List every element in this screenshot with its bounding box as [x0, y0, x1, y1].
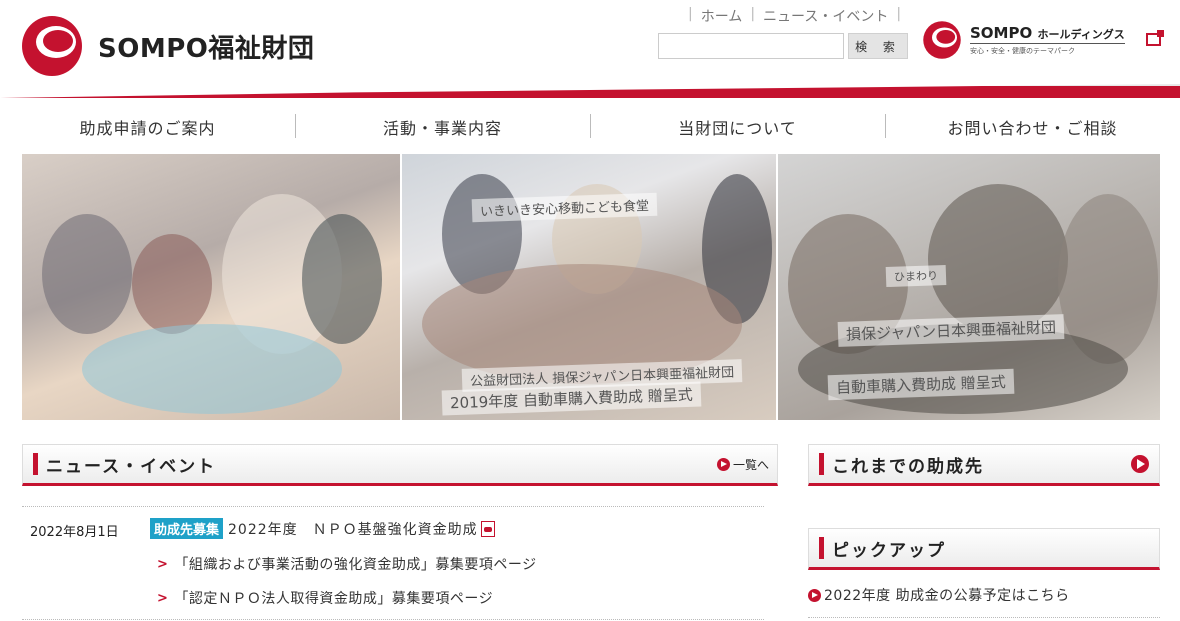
external-link-icon[interactable]: [1146, 30, 1164, 46]
sompo-holdings-link[interactable]: SOMPO ホールディングス 安心・安全・健康のテーマパーク: [922, 20, 1125, 60]
pickup-section-header: ピックアップ: [808, 528, 1160, 570]
news-item: 助成先募集 2022年度 ＮＰＯ基盤強化資金助成: [150, 518, 495, 539]
news-section-title: ニュース・イベント: [46, 456, 217, 477]
pickup-item-link[interactable]: 2022年度 助成金の公募予定はこちら: [808, 585, 1070, 605]
top-link-home[interactable]: ホーム: [701, 6, 743, 26]
news-more-link[interactable]: 一覧へ: [716, 456, 769, 473]
grantees-title: これまでの助成先: [832, 456, 984, 477]
logo-text: SOMPO福祉財団: [98, 33, 315, 64]
news-sub-link-1[interactable]: > 「組織および事業活動の強化資金助成」募集要項ページ: [157, 554, 537, 574]
news-badge: 助成先募集: [150, 518, 224, 539]
sompo-logo-icon: [20, 14, 84, 78]
nav-item-activities[interactable]: 活動・事業内容: [295, 110, 590, 144]
nav-item-contact[interactable]: お問い合わせ・ご相談: [885, 110, 1180, 144]
news-section-header: ニュース・イベント 一覧へ: [22, 444, 778, 486]
nav-item-about[interactable]: 当財団について: [590, 110, 885, 144]
news-sub-link-2[interactable]: > 「認定ＮＰＯ法人取得資金助成」募集要項ページ: [157, 588, 493, 608]
site-header: SOMPO福祉財団 | ホーム | ニュース・イベント | 検 索 SOMPO …: [0, 0, 1180, 98]
nav-item-grant-guide[interactable]: 助成申請のご案内: [0, 110, 295, 144]
chevron-right-icon: >: [157, 556, 169, 572]
hero-photo-1: [22, 154, 400, 420]
pickup-divider: [808, 617, 1160, 618]
header-red-bar: [0, 84, 1180, 98]
global-nav: 助成申請のご案内 活動・事業内容 当財団について お問い合わせ・ご相談: [0, 110, 1180, 144]
holdings-tagline: 安心・安全・健康のテーマパーク: [970, 47, 1075, 55]
site-logo[interactable]: SOMPO福祉財団: [20, 14, 314, 78]
sompo-holdings-logo-icon: [922, 20, 962, 60]
arrow-circle-icon: [808, 588, 821, 602]
news-title-link[interactable]: 2022年度 ＮＰＯ基盤強化資金助成: [228, 519, 478, 539]
news-divider: [22, 619, 764, 620]
search-form: 検 索: [658, 33, 908, 59]
hero-photo-3: ひまわり 損保ジャパン日本興亜福祉財団 自動車購入費助成 贈呈式: [778, 154, 1160, 420]
chevron-right-icon: >: [157, 590, 169, 606]
search-input[interactable]: [658, 33, 844, 59]
news-date: 2022年8月1日: [30, 525, 119, 540]
hero-photo-2: いきいき安心移動こども食堂 公益財団法人 損保ジャパン日本興亜福祉財団 2019…: [402, 154, 776, 420]
top-links: | ホーム | ニュース・イベント |: [688, 6, 902, 26]
news-divider: [22, 506, 764, 507]
top-link-news[interactable]: ニュース・イベント: [763, 6, 888, 26]
arrow-circle-icon: [1131, 455, 1149, 473]
grantees-banner[interactable]: これまでの助成先: [808, 444, 1160, 486]
holdings-name: SOMPO ホールディングス: [970, 24, 1125, 44]
pickup-title: ピックアップ: [832, 540, 946, 561]
pdf-icon: [480, 520, 495, 537]
banner-sign: ひまわり: [885, 264, 947, 288]
search-button[interactable]: 検 索: [848, 33, 908, 59]
arrow-circle-icon: [716, 457, 730, 471]
hero-slideshow[interactable]: いきいき安心移動こども食堂 公益財団法人 損保ジャパン日本興亜福祉財団 2019…: [22, 154, 1162, 420]
